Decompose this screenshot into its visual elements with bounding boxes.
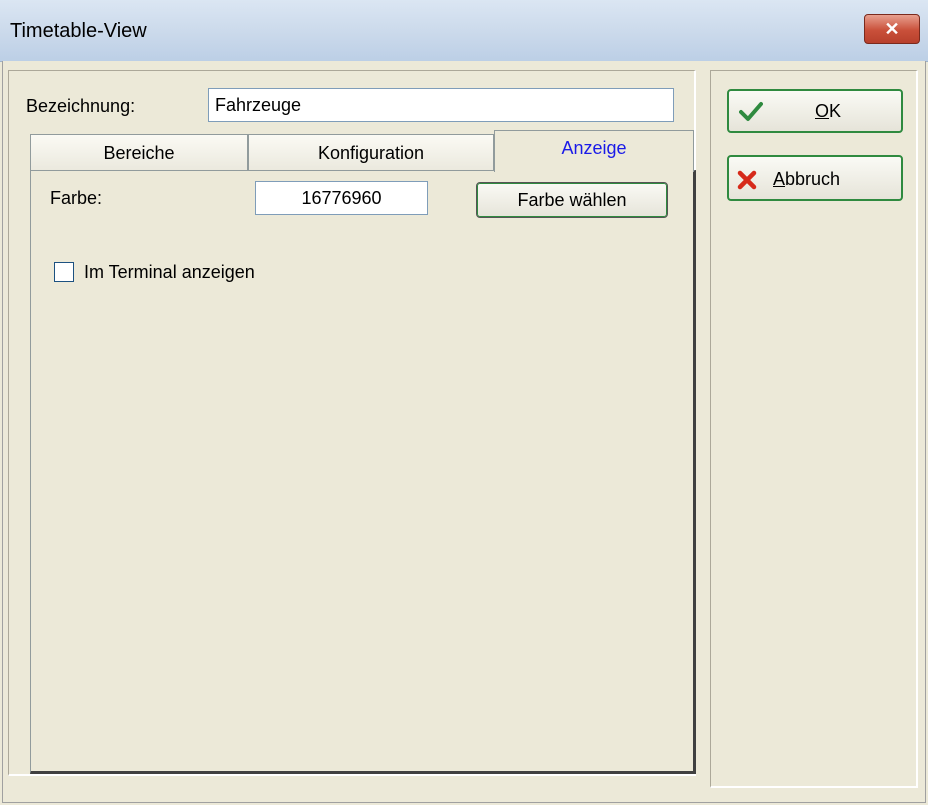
tab-bereiche[interactable]: Bereiche xyxy=(30,134,248,170)
red-x-icon xyxy=(737,170,757,190)
tab-page-anzeige xyxy=(30,170,696,774)
terminal-checkbox-label[interactable]: Im Terminal anzeigen xyxy=(84,262,255,283)
tab-konfiguration-label: Konfiguration xyxy=(317,143,425,163)
close-button[interactable]: ✕ xyxy=(864,14,920,44)
choose-color-label: Farbe wählen xyxy=(517,190,627,210)
color-label: Farbe: xyxy=(50,188,103,208)
ok-button[interactable]: OK xyxy=(727,89,903,133)
close-icon: ✕ xyxy=(884,19,900,39)
cancel-label: Abbruch xyxy=(773,169,841,189)
name-label: Bezeichnung: xyxy=(26,96,136,116)
tab-anzeige-label: Anzeige xyxy=(561,138,627,158)
choose-color-button[interactable]: Farbe wählen xyxy=(476,182,668,218)
checkmark-icon xyxy=(739,102,763,121)
ok-label: OK xyxy=(815,101,842,121)
tab-anzeige[interactable]: Anzeige xyxy=(494,130,694,172)
color-value-input[interactable]: 16776960 xyxy=(255,181,428,215)
cancel-button[interactable]: Abbruch xyxy=(727,155,903,201)
terminal-checkbox[interactable] xyxy=(54,262,74,282)
tab-konfiguration[interactable]: Konfiguration xyxy=(248,134,494,170)
tab-bereiche-label: Bereiche xyxy=(103,143,175,163)
title-bar: Timetable-View ✕ xyxy=(0,0,928,62)
name-input[interactable]: Fahrzeuge xyxy=(208,88,674,122)
window-title: Timetable-View xyxy=(10,20,147,42)
